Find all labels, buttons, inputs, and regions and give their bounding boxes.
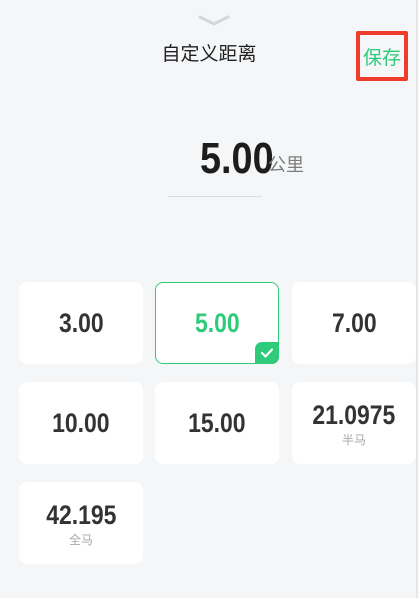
distance-display: 5.00 — [0, 132, 418, 186]
save-button[interactable]: 保存 — [356, 31, 408, 81]
option-value: 42.195 — [45, 499, 117, 530]
option-sublabel: 半马 — [341, 432, 366, 447]
option-half-marathon[interactable]: 21.0975 半马 — [292, 382, 416, 464]
option-5[interactable]: 5.00 — [155, 282, 279, 364]
check-icon — [255, 342, 279, 364]
chevron-down-icon[interactable] — [197, 14, 231, 28]
value-underline — [168, 196, 262, 197]
distance-sheet: 自定义距离 保存 5.00 公里 3.00 5.00 7.00 10.00 15… — [0, 0, 418, 598]
option-3[interactable]: 3.00 — [19, 282, 143, 364]
option-10[interactable]: 10.00 — [19, 382, 143, 464]
option-7[interactable]: 7.00 — [292, 282, 416, 364]
option-full-marathon[interactable]: 42.195 全马 — [19, 482, 143, 564]
option-value: 15.00 — [188, 408, 246, 438]
option-value: 3.00 — [58, 308, 104, 338]
option-value: 10.00 — [52, 408, 110, 438]
option-value: 21.0975 — [312, 399, 396, 430]
option-15[interactable]: 15.00 — [155, 382, 279, 464]
distance-unit: 公里 — [268, 155, 304, 176]
option-value: 5.00 — [194, 308, 240, 338]
option-sublabel: 全马 — [68, 532, 93, 547]
option-value: 7.00 — [331, 308, 377, 338]
distance-value[interactable]: 5.00 — [200, 132, 274, 186]
